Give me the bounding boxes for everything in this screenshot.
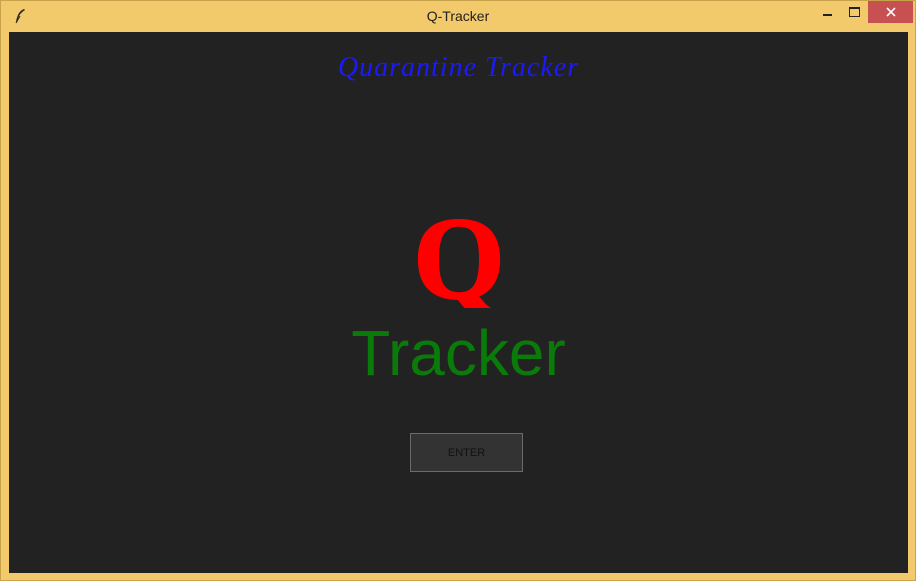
close-button[interactable] (868, 1, 913, 23)
window-title: Q-Tracker (426, 8, 490, 24)
minimize-icon (822, 14, 832, 16)
close-icon (885, 7, 896, 17)
app-window: Q-Tracker Quarantine Tracker Q Tracker E… (0, 0, 916, 581)
main-panel: Quarantine Tracker Q Tracker ENTER (9, 32, 908, 573)
enter-button[interactable]: ENTER (410, 433, 523, 472)
maximize-button[interactable] (841, 1, 867, 23)
logo-tracker-word: Tracker (351, 317, 566, 389)
logo-q-text: Q (413, 204, 505, 308)
title-bar[interactable]: Q-Tracker (1, 1, 915, 32)
logo-q-letter: Q (412, 204, 506, 308)
app-heading: Quarantine Tracker (337, 52, 580, 83)
minimize-button[interactable] (814, 1, 840, 23)
maximize-icon (848, 7, 860, 17)
